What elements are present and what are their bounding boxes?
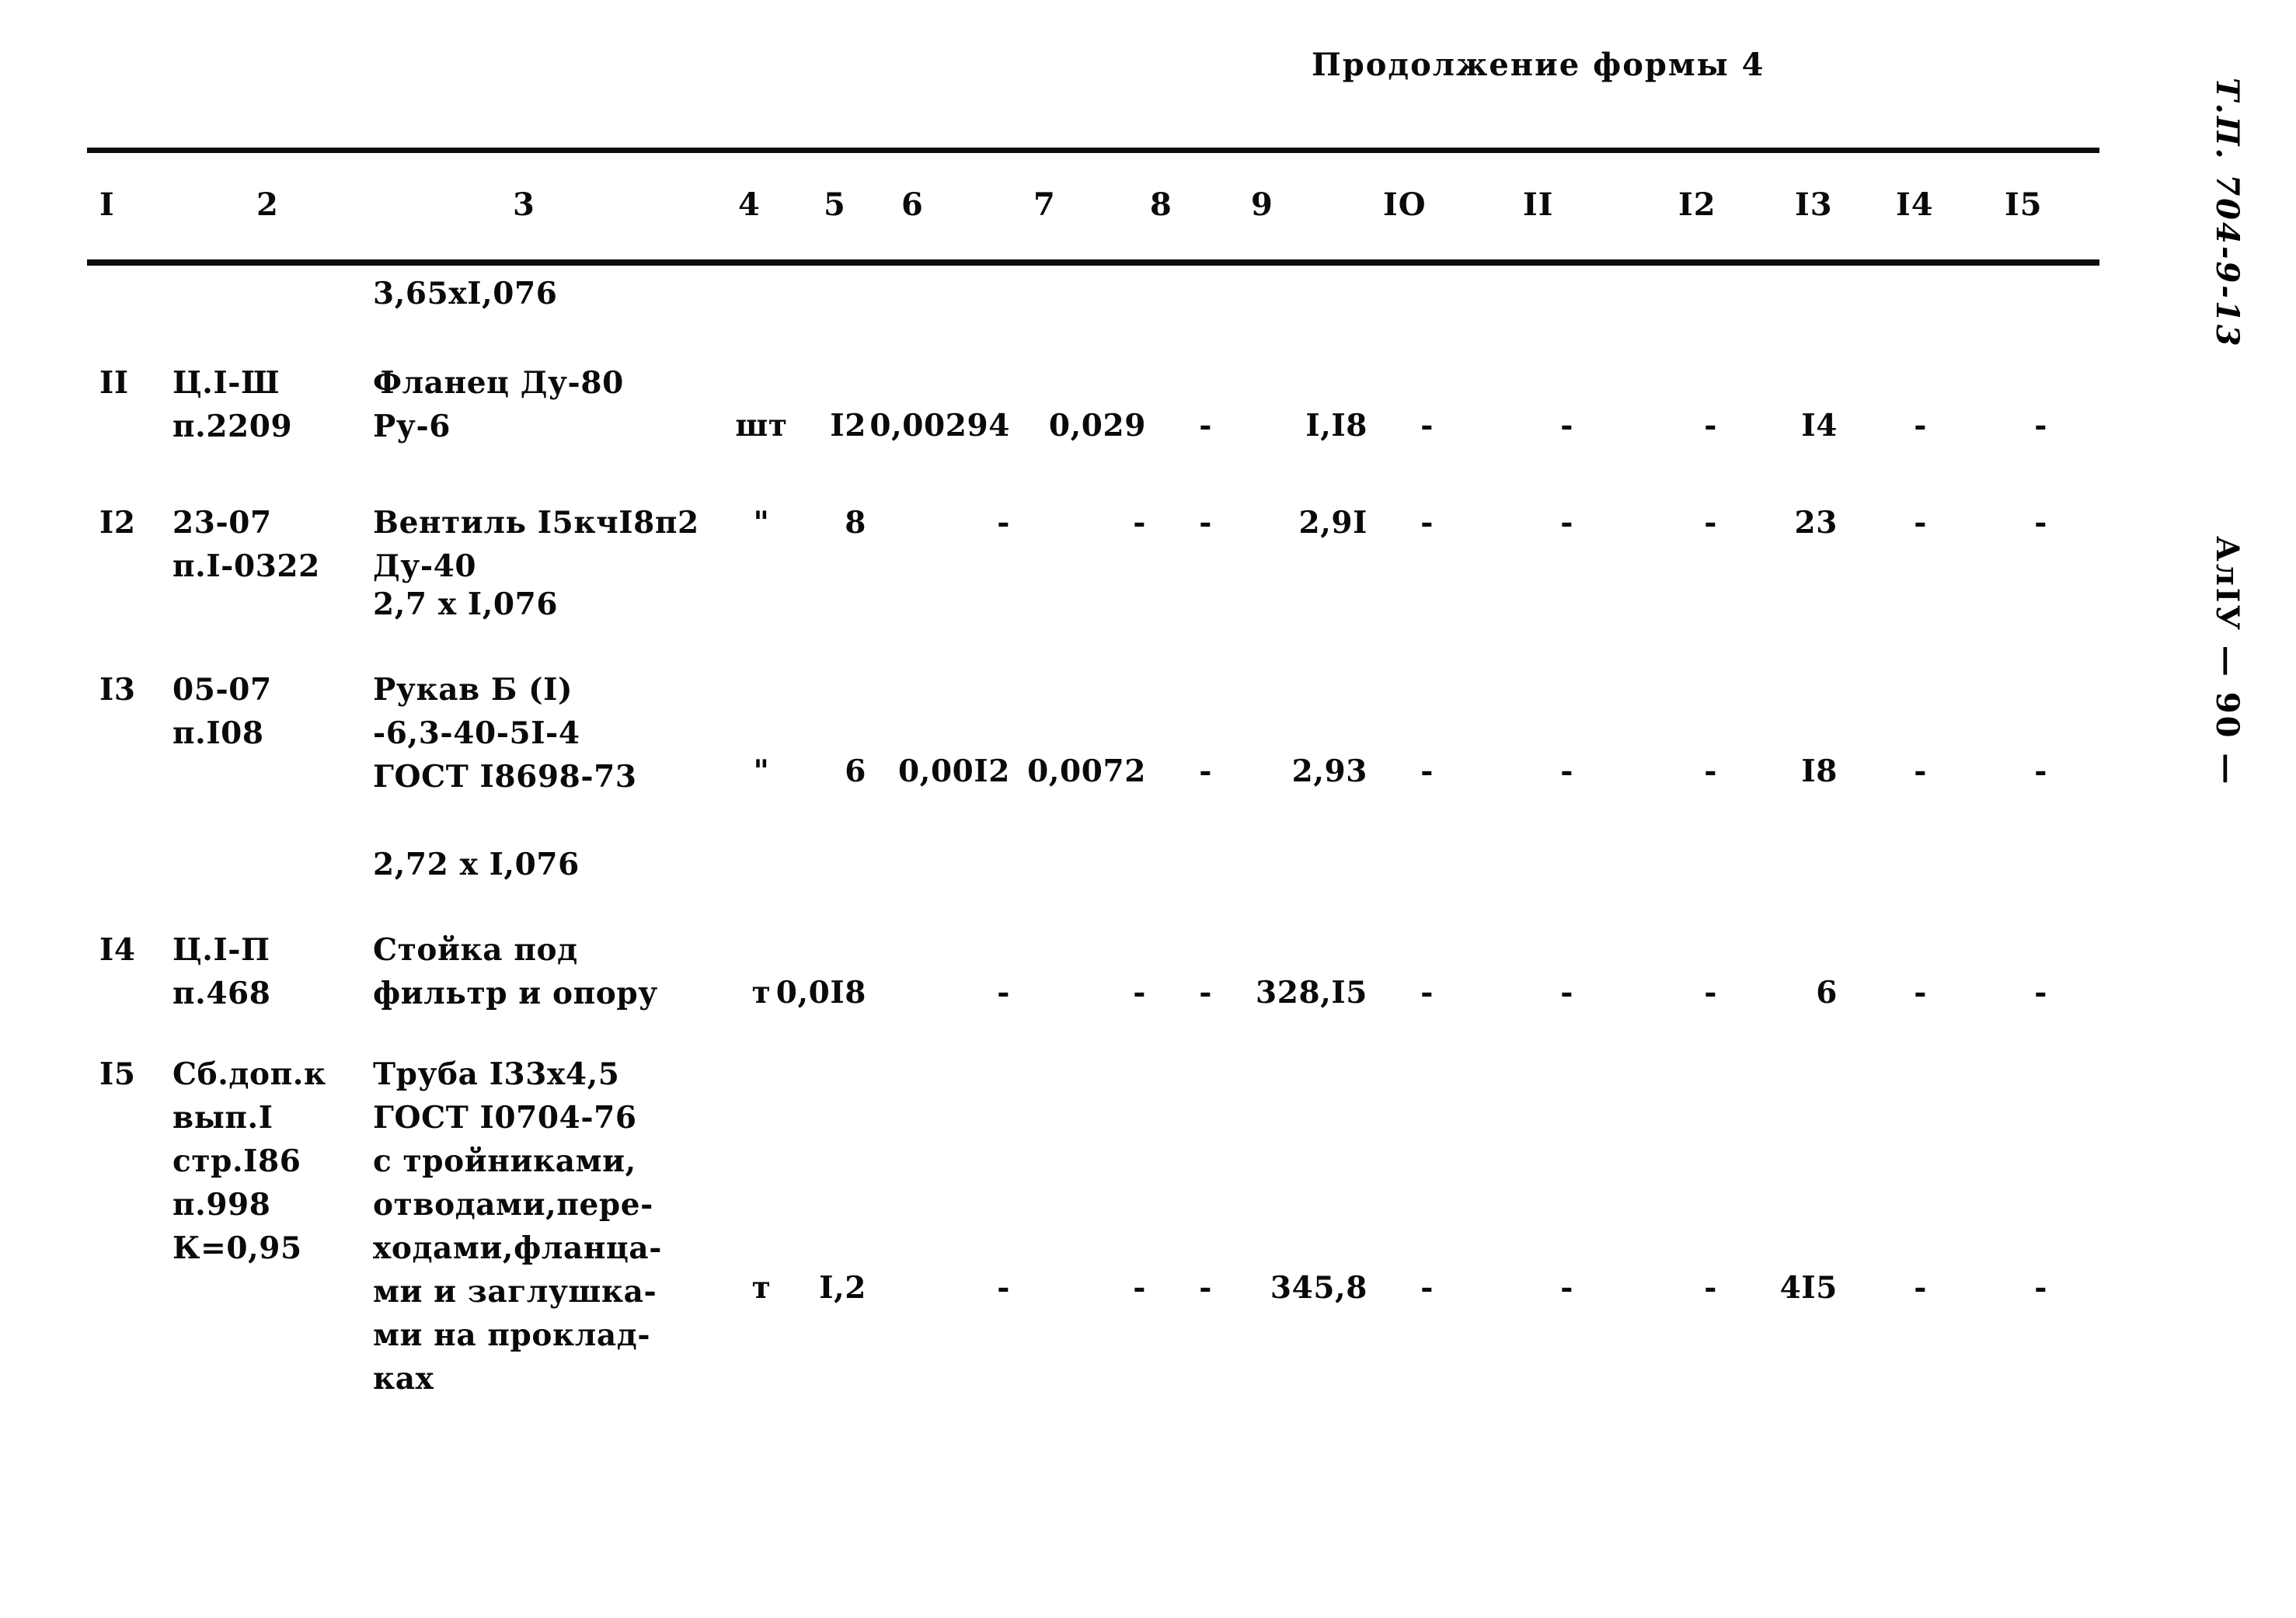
size-note-2: 2,7 x I,076 [373, 586, 559, 622]
column-header-8: 8 [1150, 186, 1172, 223]
cell-col-15: - [2034, 505, 2047, 541]
cell-col-15: - [2034, 753, 2047, 789]
column-header-5: 5 [824, 186, 846, 223]
column-header-11: II [1523, 186, 1554, 223]
column-header-4: 4 [738, 186, 761, 223]
column-header-3: 3 [513, 186, 535, 223]
cell-source-code: Сб.доп.к вып.I стр.I86 п.998 К=0,95 [172, 1056, 326, 1266]
table-header-bottom-rule [87, 259, 2099, 266]
table-column-header-row: I 2 3 4 5 6 7 8 9 IO II I2 I3 I4 I5 [0, 186, 2296, 241]
cell-col-15: - [2034, 975, 2047, 1011]
project-code-stamp: Т.П. 704-9-13 [2209, 78, 2245, 349]
column-header-13: I3 [1795, 186, 1833, 223]
table-top-rule [87, 148, 2099, 153]
cell-item-number: I4 [99, 932, 136, 968]
size-note-1: 3,65xI,076 [373, 276, 558, 311]
column-header-7: 7 [1033, 186, 1056, 223]
form-continuation-title: Продолжение формы 4 [1312, 47, 1765, 83]
column-header-2: 2 [256, 186, 279, 223]
cell-item-number: I3 [99, 672, 136, 708]
document-page: Продолжение формы 4 I 2 3 4 5 6 7 8 9 IO II I2 I3 I4 I… [0, 0, 2296, 1618]
cell-col-15: - [2034, 408, 2047, 444]
cell-source-code: 05-07 п.I08 [172, 672, 272, 751]
album-page-number-stamp: АлIУ — 90 — [2209, 536, 2245, 787]
column-header-6: 6 [901, 186, 924, 223]
column-header-1: I [99, 186, 115, 223]
size-note-3: 2,72 x I,076 [373, 847, 580, 882]
column-header-10: IO [1383, 186, 1427, 223]
cell-item-number: II [99, 365, 129, 401]
column-header-12: I2 [1678, 186, 1716, 223]
cell-col-15: - [2034, 1270, 2047, 1306]
cell-item-number: I5 [99, 1056, 136, 1092]
column-header-14: I4 [1896, 186, 1934, 223]
column-header-9: 9 [1251, 186, 1273, 223]
column-header-15: I5 [2005, 186, 2043, 223]
cell-item-name: Труба I33х4,5 ГОСТ I0704-76 с тройниками… [373, 1056, 663, 1397]
